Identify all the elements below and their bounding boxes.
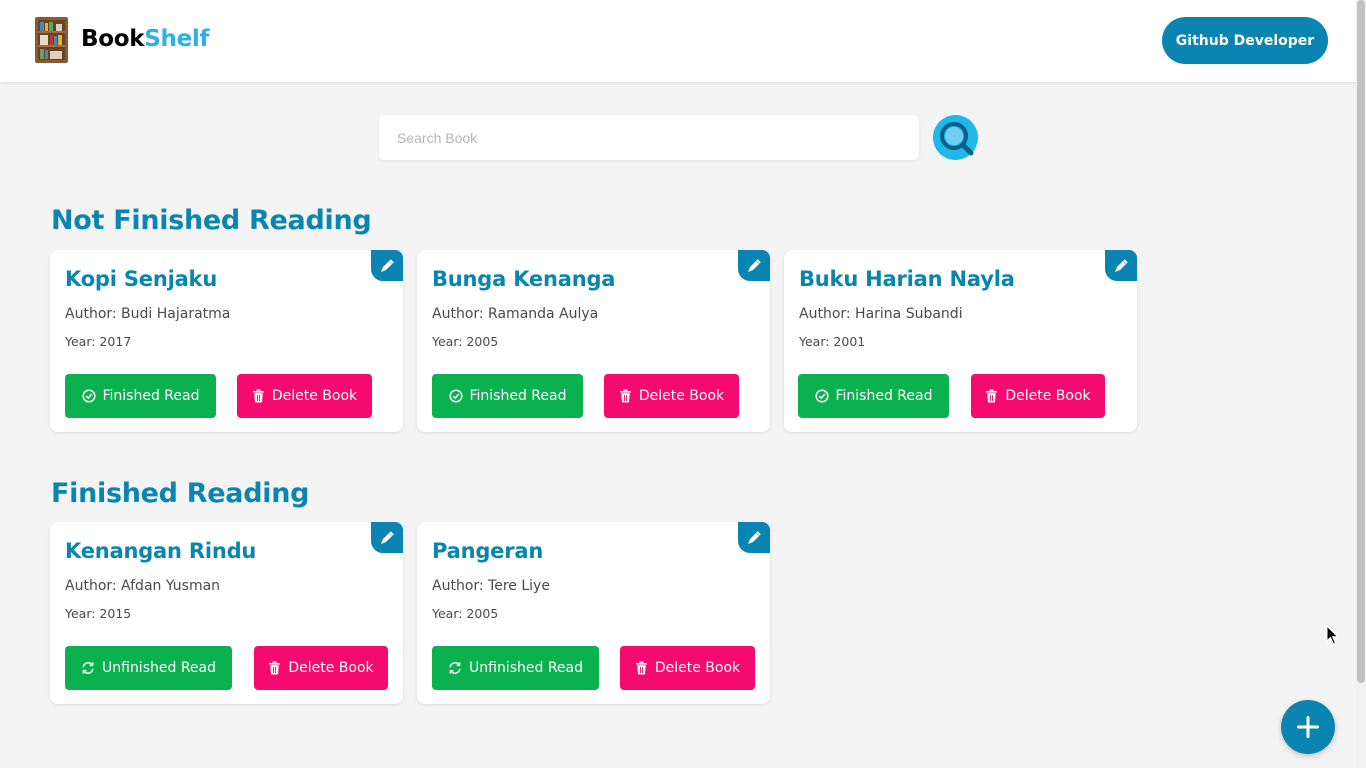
check-circle-icon xyxy=(81,389,96,403)
delete-book-button[interactable]: Delete Book xyxy=(620,646,755,690)
book-year: Year: 2015 xyxy=(65,606,132,621)
github-developer-button[interactable]: Github Developer xyxy=(1162,17,1328,64)
unfinished-read-button[interactable]: Unfinished Read xyxy=(432,646,599,690)
pen-icon xyxy=(1115,258,1128,272)
scrollbar-thumb[interactable] xyxy=(1357,0,1365,683)
plus-icon xyxy=(1297,716,1319,738)
book-title: Kenangan Rindu xyxy=(65,539,257,563)
finished-read-button[interactable]: Finished Read xyxy=(65,374,216,418)
finished-read-button[interactable]: Finished Read xyxy=(798,374,949,418)
check-circle-icon xyxy=(814,389,829,403)
refresh-icon xyxy=(82,662,94,674)
edit-book-button[interactable] xyxy=(371,250,403,281)
delete-book-label: Delete Book xyxy=(271,388,358,404)
book-year: Year: 2005 xyxy=(432,334,499,349)
book-card: Bunga Kenanga Author: Ramanda Aulya Year… xyxy=(417,250,770,432)
pen-icon xyxy=(381,530,394,544)
book-year: Year: 2005 xyxy=(432,606,499,621)
trash-icon xyxy=(619,389,631,403)
delete-book-label: Delete Book xyxy=(1005,388,1091,404)
book-title: Pangeran xyxy=(432,539,544,563)
delete-book-label: Delete Book xyxy=(654,660,741,676)
finished-read-button[interactable]: Finished Read xyxy=(432,374,583,418)
refresh-icon xyxy=(449,662,461,674)
book-author: Author: Tere Liye xyxy=(432,578,550,594)
delete-book-button[interactable]: Delete Book xyxy=(254,646,388,690)
edit-book-button[interactable] xyxy=(738,522,770,553)
search-input[interactable] xyxy=(379,115,919,160)
brand-text-shelf: Shelf xyxy=(144,26,210,52)
check-circle-icon xyxy=(448,389,463,403)
book-card: Kopi Senjaku Author: Budi Hajaratma Year… xyxy=(50,250,403,432)
book-card: Buku Harian Nayla Author: Harina Subandi… xyxy=(784,250,1137,432)
add-book-button[interactable] xyxy=(1281,700,1335,754)
delete-book-button[interactable]: Delete Book xyxy=(237,374,372,418)
book-title: Buku Harian Nayla xyxy=(799,267,1015,291)
bookshelf-icon xyxy=(35,17,68,63)
unfinished-read-label: Unfinished Read xyxy=(102,660,216,676)
book-title: Bunga Kenanga xyxy=(432,267,616,291)
pen-icon xyxy=(748,258,761,272)
section-title-unfinished: Not Finished Reading xyxy=(51,205,372,236)
book-title: Kopi Senjaku xyxy=(65,267,218,291)
trash-icon xyxy=(269,661,281,675)
brand-logo[interactable]: BookShelf xyxy=(81,26,209,52)
delete-book-button[interactable]: Delete Book xyxy=(971,374,1105,418)
search-button[interactable] xyxy=(933,115,978,160)
finished-read-label: Finished Read xyxy=(469,388,567,404)
section-title-finished: Finished Reading xyxy=(51,478,310,509)
book-card: Kenangan Rindu Author: Afdan Yusman Year… xyxy=(50,522,403,704)
mouse-cursor-icon xyxy=(1326,625,1339,645)
delete-book-button[interactable]: Delete Book xyxy=(604,374,739,418)
delete-book-label: Delete Book xyxy=(638,388,725,404)
book-card: Pangeran Author: Tere Liye Year: 2005 Un… xyxy=(417,522,770,704)
brand-text-book: Book xyxy=(81,26,145,52)
trash-icon xyxy=(252,389,264,403)
unfinished-read-button[interactable]: Unfinished Read xyxy=(65,646,232,690)
finished-read-label: Finished Read xyxy=(102,388,200,404)
finished-read-label: Finished Read xyxy=(835,388,933,404)
book-year: Year: 2001 xyxy=(799,334,866,349)
delete-book-label: Delete Book xyxy=(288,660,374,676)
edit-book-button[interactable] xyxy=(1105,250,1137,281)
pen-icon xyxy=(748,530,761,544)
pen-icon xyxy=(381,258,394,272)
book-year: Year: 2017 xyxy=(65,334,132,349)
edit-book-button[interactable] xyxy=(371,522,403,553)
trash-icon xyxy=(986,389,998,403)
book-author: Author: Ramanda Aulya xyxy=(432,306,599,322)
trash-icon xyxy=(635,661,647,675)
book-author: Author: Harina Subandi xyxy=(799,306,963,322)
top-navbar: BookShelf Github Developer xyxy=(0,0,1356,82)
book-author: Author: Budi Hajaratma xyxy=(65,306,231,322)
search-icon xyxy=(939,121,973,155)
unfinished-read-label: Unfinished Read xyxy=(469,660,583,676)
edit-book-button[interactable] xyxy=(738,250,770,281)
book-author: Author: Afdan Yusman xyxy=(65,578,221,594)
